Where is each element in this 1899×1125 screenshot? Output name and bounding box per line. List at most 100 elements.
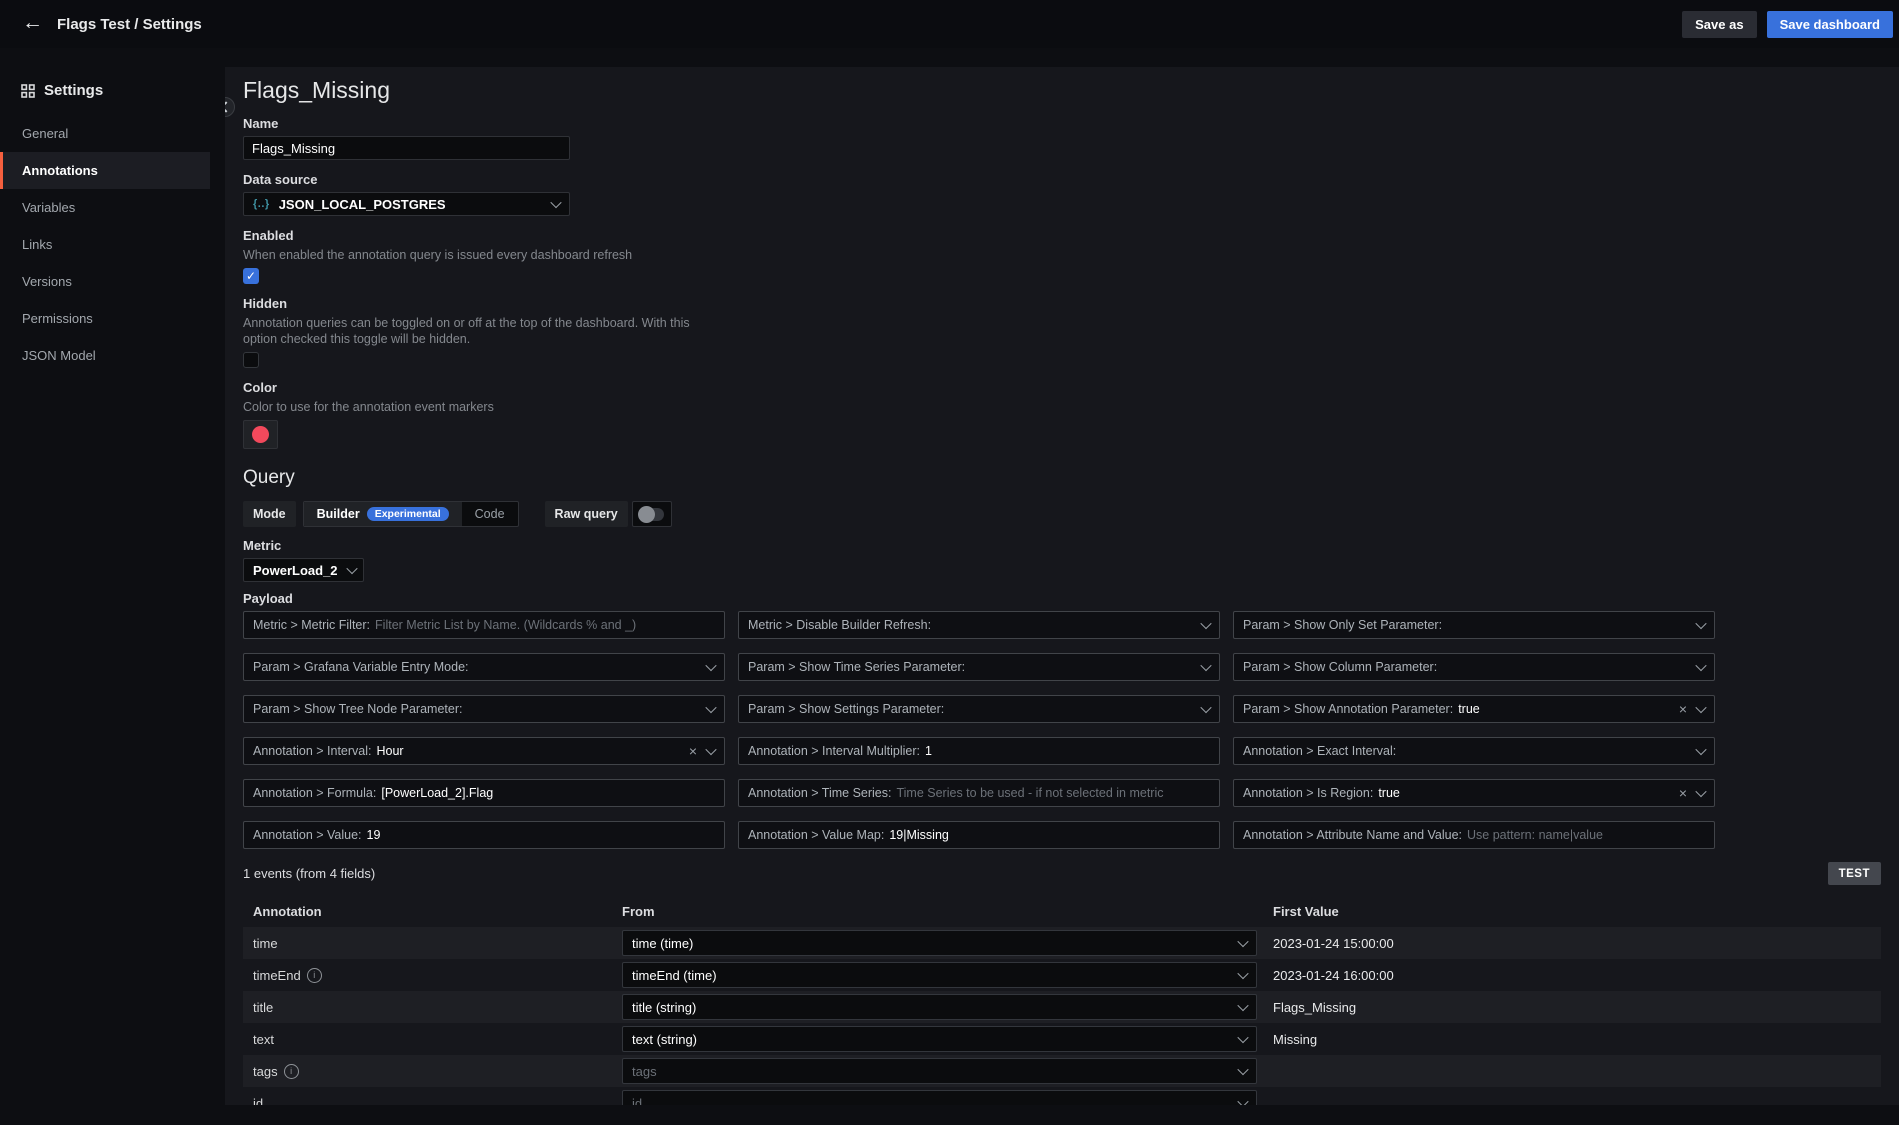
save-dashboard-button[interactable]: Save dashboard <box>1767 11 1893 38</box>
payload-field-label: Annotation > Value: <box>253 828 362 842</box>
payload-field-value: true <box>1378 786 1400 800</box>
payload-field-label: Param > Show Annotation Parameter: <box>1243 702 1453 716</box>
save-as-button[interactable]: Save as <box>1682 11 1756 38</box>
clear-icon[interactable]: × <box>689 744 697 758</box>
chevron-down-icon <box>1200 702 1211 713</box>
mode-label: Mode <box>243 501 296 527</box>
payload-field[interactable]: Annotation > Attribute Name and Value:Us… <box>1233 821 1715 849</box>
sidebar-nav: GeneralAnnotationsVariablesLinksVersions… <box>0 115 225 374</box>
row-label: tags <box>253 1064 278 1079</box>
mode-segmented-control: Builder Experimental Code <box>303 501 519 527</box>
payload-field-label: Annotation > Time Series: <box>748 786 891 800</box>
from-select[interactable]: id <box>622 1090 1257 1105</box>
payload-field-label: Annotation > Is Region: <box>1243 786 1373 800</box>
payload-field-label: Annotation > Formula: <box>253 786 376 800</box>
payload-field[interactable]: Annotation > Value: 19 <box>243 821 725 849</box>
chevron-down-icon <box>1237 1096 1248 1105</box>
payload-field[interactable]: Annotation > Exact Interval: <box>1233 737 1715 765</box>
name-input[interactable] <box>243 136 570 160</box>
column-header-annotation: Annotation <box>253 904 622 919</box>
from-select[interactable]: time (time) <box>622 930 1257 956</box>
chevron-down-icon <box>1695 786 1706 797</box>
payload-field[interactable]: Param > Show Time Series Parameter: <box>738 653 1220 681</box>
datasource-label: Data source <box>243 172 1881 187</box>
payload-field-label: Annotation > Interval: <box>253 744 371 758</box>
chevron-down-icon <box>1200 660 1211 671</box>
mode-option-builder[interactable]: Builder Experimental <box>304 502 462 526</box>
sidebar-item-json-model[interactable]: JSON Model <box>0 337 210 374</box>
color-description: Color to use for the annotation event ma… <box>243 399 695 415</box>
hidden-label: Hidden <box>243 296 1881 311</box>
grid-icon <box>21 84 35 98</box>
back-arrow-icon[interactable]: ← <box>14 11 57 37</box>
metric-value: PowerLoad_2 <box>253 563 338 578</box>
info-icon: i <box>284 1064 299 1079</box>
payload-grid: Metric > Metric Filter:Filter Metric Lis… <box>243 611 1881 849</box>
payload-field-value: 19|Missing <box>889 828 949 842</box>
sidebar-item-annotations[interactable]: Annotations <box>0 152 210 189</box>
payload-field-label: Param > Show Column Parameter: <box>1243 660 1437 674</box>
payload-field-value: 19 <box>367 828 381 842</box>
mapping-rows: timetime (time)2023-01-24 15:00:00timeEn… <box>243 927 1881 1105</box>
payload-field-value: 1 <box>925 744 932 758</box>
mode-option-code[interactable]: Code <box>462 502 518 526</box>
row-label: timeEnd <box>253 968 301 983</box>
payload-field[interactable]: Annotation > Value Map:19|Missing <box>738 821 1220 849</box>
payload-field[interactable]: Param > Show Only Set Parameter: <box>1233 611 1715 639</box>
row-label: title <box>253 1000 273 1015</box>
clear-icon[interactable]: × <box>1679 786 1687 800</box>
toggle-knob <box>638 506 655 523</box>
payload-field-placeholder: Use pattern: name|value <box>1467 828 1603 842</box>
payload-field[interactable]: Param > Show Tree Node Parameter: <box>243 695 725 723</box>
payload-field-label: Param > Show Time Series Parameter: <box>748 660 965 674</box>
payload-field[interactable]: Metric > Disable Builder Refresh: <box>738 611 1220 639</box>
payload-field-label: Param > Grafana Variable Entry Mode: <box>253 660 469 674</box>
hidden-checkbox[interactable] <box>243 352 259 368</box>
table-row: timetime (time)2023-01-24 15:00:00 <box>243 927 1881 959</box>
payload-label: Payload <box>243 591 1881 606</box>
payload-field[interactable]: Param > Show Settings Parameter: <box>738 695 1220 723</box>
row-label: id <box>253 1096 263 1106</box>
chevron-down-icon <box>1695 618 1706 629</box>
from-select[interactable]: timeEnd (time) <box>622 962 1257 988</box>
row-label: time <box>253 936 278 951</box>
clear-icon[interactable]: × <box>1679 702 1687 716</box>
from-select[interactable]: text (string) <box>622 1026 1257 1052</box>
table-row: timeEnditimeEnd (time)2023-01-24 16:00:0… <box>243 959 1881 991</box>
color-picker[interactable] <box>243 420 278 449</box>
payload-field[interactable]: Metric > Metric Filter:Filter Metric Lis… <box>243 611 725 639</box>
column-header-first-value: First Value <box>1273 904 1881 919</box>
hidden-description: Annotation queries can be toggled on or … <box>243 315 695 347</box>
payload-field[interactable]: Annotation > Formula:[PowerLoad_2].Flag <box>243 779 725 807</box>
mapping-table-header: Annotation From First Value <box>243 895 1881 927</box>
payload-field[interactable]: Annotation > Is Region: true × <box>1233 779 1715 807</box>
payload-field[interactable]: Param > Show Column Parameter: <box>1233 653 1715 681</box>
top-bar: ← Flags Test / Settings Save as Save das… <box>0 0 1899 48</box>
sidebar-item-general[interactable]: General <box>0 115 210 152</box>
first-value: Missing <box>1273 1032 1881 1047</box>
metric-select[interactable]: PowerLoad_2 <box>243 558 364 582</box>
payload-field[interactable]: Annotation > Interval:Hour× <box>243 737 725 765</box>
payload-field[interactable]: Param > Grafana Variable Entry Mode: <box>243 653 725 681</box>
from-select[interactable]: tags <box>622 1058 1257 1084</box>
chevron-down-icon <box>550 197 561 208</box>
collapse-panel-button[interactable] <box>225 97 235 117</box>
sidebar-item-permissions[interactable]: Permissions <box>0 300 210 337</box>
payload-field[interactable]: Annotation > Interval Multiplier:1 <box>738 737 1220 765</box>
test-button[interactable]: TEST <box>1828 862 1881 885</box>
raw-query-toggle[interactable] <box>632 501 672 527</box>
query-mode-row: Mode Builder Experimental Code Raw query <box>243 501 1881 527</box>
sidebar-item-links[interactable]: Links <box>0 226 210 263</box>
from-value: timeEnd (time) <box>632 968 717 983</box>
enabled-description: When enabled the annotation query is iss… <box>243 247 695 263</box>
enabled-checkbox[interactable]: ✓ <box>243 268 259 284</box>
from-select[interactable]: title (string) <box>622 994 1257 1020</box>
payload-field-label: Annotation > Exact Interval: <box>1243 744 1396 758</box>
sidebar-item-versions[interactable]: Versions <box>0 263 210 300</box>
payload-field[interactable]: Annotation > Time Series:Time Series to … <box>738 779 1220 807</box>
payload-field[interactable]: Param > Show Annotation Parameter:true× <box>1233 695 1715 723</box>
page-title: Flags_Missing <box>243 77 1881 104</box>
datasource-picker[interactable]: {..} JSON_LOCAL_POSTGRES <box>243 192 570 216</box>
sidebar-item-variables[interactable]: Variables <box>0 189 210 226</box>
code-label: Code <box>475 507 505 521</box>
